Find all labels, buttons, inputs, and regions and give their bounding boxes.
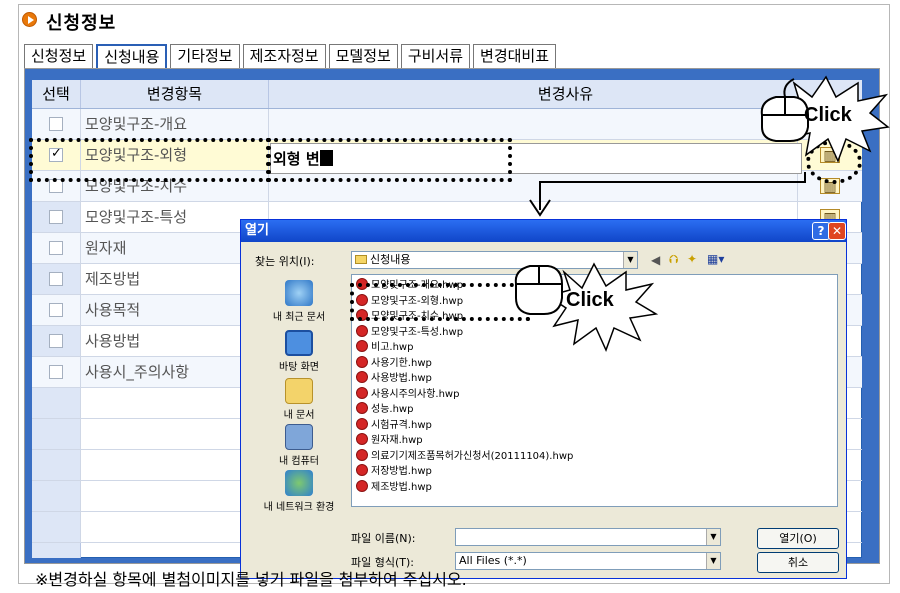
tab-apply-content[interactable]: 신청내용 <box>96 44 168 68</box>
place-my-computer[interactable]: 내 컴퓨터 <box>253 424 345 467</box>
clock-icon <box>285 280 313 306</box>
file-item[interactable]: 비고.hwp <box>356 340 413 356</box>
network-icon <box>285 470 313 496</box>
section-title: 신청정보 <box>46 13 117 34</box>
select-cell <box>32 295 81 325</box>
select-cell <box>32 326 81 356</box>
row-checkbox[interactable] <box>49 241 63 255</box>
select-cell <box>32 202 81 232</box>
file-item[interactable]: 제조방법.hwp <box>356 479 432 496</box>
attachment-note: ※변경하실 항목에 별첨이미지를 넣기 파일을 첨부하여 주십시오. <box>35 570 467 589</box>
select-cell <box>32 233 81 263</box>
hwp-file-icon <box>356 386 368 399</box>
header-select: 선택 <box>32 80 81 108</box>
dialog-title: 열기 <box>241 220 846 242</box>
select-cell <box>32 264 81 294</box>
select-cell <box>32 109 81 139</box>
tab-manufacturer-info[interactable]: 제조자정보 <box>242 44 326 68</box>
up-folder-icon[interactable]: ⮉ <box>669 252 678 267</box>
file-item[interactable]: 사용방법.hwp <box>356 371 432 387</box>
places-bar: 내 최근 문서 바탕 화면 내 문서 내 컴퓨터 내 네트워크 환경 <box>253 274 345 534</box>
click-label-1: Click <box>804 104 852 126</box>
desktop-icon <box>285 330 313 356</box>
hwp-file-icon <box>356 433 368 445</box>
tab-apply-info[interactable]: 신청정보 <box>24 44 94 68</box>
chevron-down-icon: ▼ <box>706 553 720 569</box>
table-header: 선택 변경항목 변경사유 <box>32 80 862 109</box>
file-item[interactable]: 저장방법.hwp <box>356 464 432 480</box>
place-recent[interactable]: 내 최근 문서 <box>253 280 345 323</box>
section-bullet-icon <box>22 12 37 27</box>
place-desktop[interactable]: 바탕 화면 <box>253 330 345 373</box>
hwp-file-icon <box>356 479 368 492</box>
hwp-file-icon <box>356 464 368 476</box>
close-button[interactable]: ✕ <box>828 222 846 240</box>
row-checkbox[interactable] <box>49 210 63 224</box>
file-item[interactable]: 시험규격.hwp <box>356 417 432 434</box>
file-item[interactable]: 사용시주의사항.hwp <box>356 386 459 403</box>
filetype-select[interactable]: All Files (*.*) ▼ <box>455 552 721 570</box>
hwp-file-icon <box>356 402 368 414</box>
open-button[interactable]: 열기(O) <box>757 528 839 549</box>
highlight-reason <box>266 138 512 182</box>
filename-input[interactable]: ▼ <box>455 528 721 546</box>
hwp-file-icon <box>356 324 368 337</box>
hwp-file-icon <box>356 340 368 352</box>
header-item: 변경항목 <box>81 80 269 108</box>
file-item[interactable]: 성능.hwp <box>356 402 413 418</box>
file-item[interactable]: 모양및구조-특성.hwp <box>356 324 463 341</box>
hwp-file-icon <box>356 355 368 368</box>
file-item[interactable]: 사용기한.hwp <box>356 355 432 372</box>
reason-cell <box>269 109 797 139</box>
view-menu-icon[interactable]: ▦▾ <box>707 252 724 266</box>
hwp-file-icon <box>356 371 368 383</box>
arrow-connector <box>529 172 806 217</box>
new-folder-icon[interactable]: ✦ <box>687 252 697 266</box>
tab-change-comparison[interactable]: 변경대비표 <box>473 44 557 68</box>
hwp-file-icon <box>356 417 368 430</box>
row-checkbox[interactable] <box>49 117 63 131</box>
tab-other-info[interactable]: 기타정보 <box>170 44 240 68</box>
filename-label: 파일 이름(N): <box>351 532 416 545</box>
documents-folder-icon <box>285 378 313 404</box>
place-my-documents[interactable]: 내 문서 <box>253 378 345 421</box>
computer-icon <box>285 424 313 450</box>
item-cell: 모양및구조-개요 <box>81 109 269 139</box>
highlight-checked-item <box>29 138 271 182</box>
select-cell <box>32 357 81 387</box>
lookin-label: 찾는 위치(I): <box>255 255 315 268</box>
file-item[interactable]: 의료기기제조품목허가신청서(20111104).hwp <box>356 448 573 465</box>
folder-icon <box>355 255 367 264</box>
cancel-button[interactable]: 취소 <box>757 552 839 573</box>
row-checkbox[interactable] <box>49 334 63 348</box>
tab-bar: 신청정보 신청내용 기타정보 제조자정보 모델정보 구비서류 변경대비표 <box>24 44 559 68</box>
chevron-down-icon: ▼ <box>706 529 720 545</box>
tab-model-info[interactable]: 모델정보 <box>328 44 398 68</box>
row-checkbox[interactable] <box>49 272 63 286</box>
file-item[interactable]: 원자재.hwp <box>356 433 423 449</box>
table-row: 모양및구조-개요▥ <box>32 109 862 140</box>
place-network[interactable]: 내 네트워크 환경 <box>253 470 345 513</box>
tab-documents[interactable]: 구비서류 <box>400 44 471 68</box>
click-label-2: Click <box>566 289 614 311</box>
row-checkbox[interactable] <box>49 365 63 379</box>
hwp-file-icon <box>356 448 368 461</box>
row-checkbox[interactable] <box>49 303 63 317</box>
